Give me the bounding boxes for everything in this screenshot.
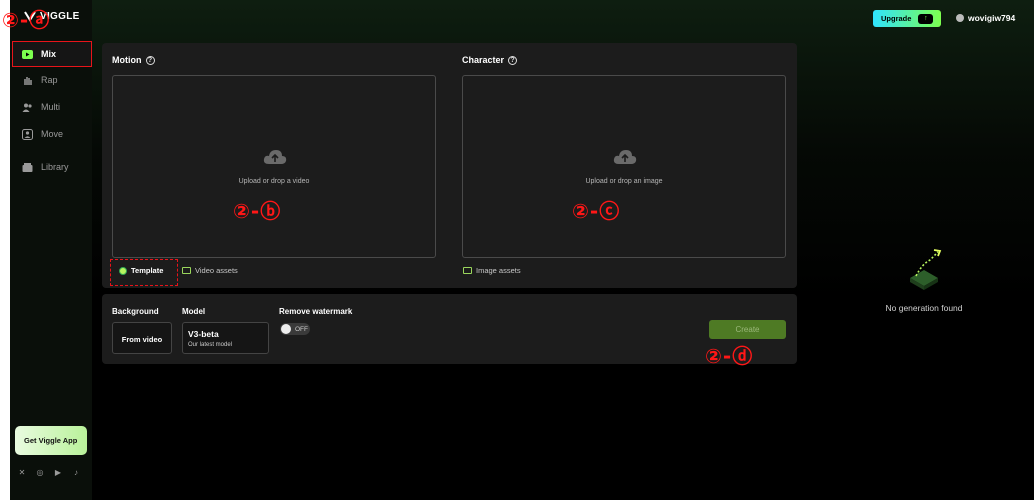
hand-icon: [24, 76, 32, 85]
motion-title: Motion ?: [112, 55, 155, 65]
image-assets-tab[interactable]: Image assets: [463, 266, 521, 275]
watermark-toggle[interactable]: OFF: [280, 323, 310, 335]
character-title: Character ?: [462, 55, 518, 65]
nav-item-move[interactable]: Move: [16, 124, 86, 144]
upgrade-button[interactable]: Upgrade ↑: [873, 10, 941, 27]
nav-item-mix[interactable]: Mix: [16, 44, 86, 64]
nav-item-library[interactable]: Library: [16, 157, 86, 177]
model-label: Model: [182, 307, 206, 316]
box-icon: [22, 162, 33, 172]
cloud-upload-icon: [263, 150, 287, 164]
empty-results: No generation found: [870, 246, 978, 313]
watermark-label: Remove watermark: [279, 307, 353, 316]
help-icon[interactable]: ?: [508, 55, 518, 65]
social-links: ✕ ◎ ▶ ♪: [18, 469, 80, 477]
nav-item-multi[interactable]: Multi: [16, 97, 86, 117]
video-dropzone[interactable]: Upload or drop a video: [112, 75, 436, 258]
avatar: [956, 14, 964, 22]
sidebar: VIGGLE Mix Rap Multi Move Library Get Vi…: [10, 0, 92, 500]
people-icon: [22, 103, 32, 112]
arrow-up-icon: ↑: [918, 13, 934, 24]
annotation-2c: ②-ⓒ: [572, 199, 621, 223]
user-menu[interactable]: wovigiw794: [956, 13, 1015, 23]
model-select[interactable]: V3-beta Our latest model: [182, 322, 269, 354]
annotation-2a: ②-ⓐ: [2, 8, 51, 32]
person-box-icon: [22, 128, 33, 140]
folder-icon: [182, 267, 191, 274]
video-assets-tab[interactable]: Video assets: [182, 266, 238, 275]
get-app-card[interactable]: Get Viggle App: [15, 426, 87, 455]
empty-state-illustration-icon: [910, 249, 942, 290]
youtube-icon[interactable]: ▶: [54, 469, 62, 477]
nav-item-rap[interactable]: Rap: [16, 70, 86, 90]
background-label: Background: [112, 307, 159, 316]
tiktok-icon[interactable]: ♪: [72, 469, 80, 477]
background-select[interactable]: From video: [112, 322, 172, 354]
toggle-knob: [281, 324, 291, 334]
create-button[interactable]: Create: [709, 320, 786, 339]
left-edge: [0, 0, 10, 500]
annotation-2d: ②-ⓓ: [705, 344, 754, 368]
help-icon[interactable]: ?: [145, 55, 155, 65]
image-dropzone[interactable]: Upload or drop an image: [462, 75, 786, 258]
annotation-2b: ②-ⓑ: [233, 199, 282, 223]
template-tab[interactable]: Template: [119, 266, 163, 275]
cloud-upload-icon: [613, 150, 637, 164]
folder-icon: [463, 267, 472, 274]
x-icon[interactable]: ✕: [18, 469, 26, 477]
instagram-icon[interactable]: ◎: [36, 469, 44, 477]
play-icon: [22, 49, 33, 59]
template-icon: [119, 266, 127, 275]
